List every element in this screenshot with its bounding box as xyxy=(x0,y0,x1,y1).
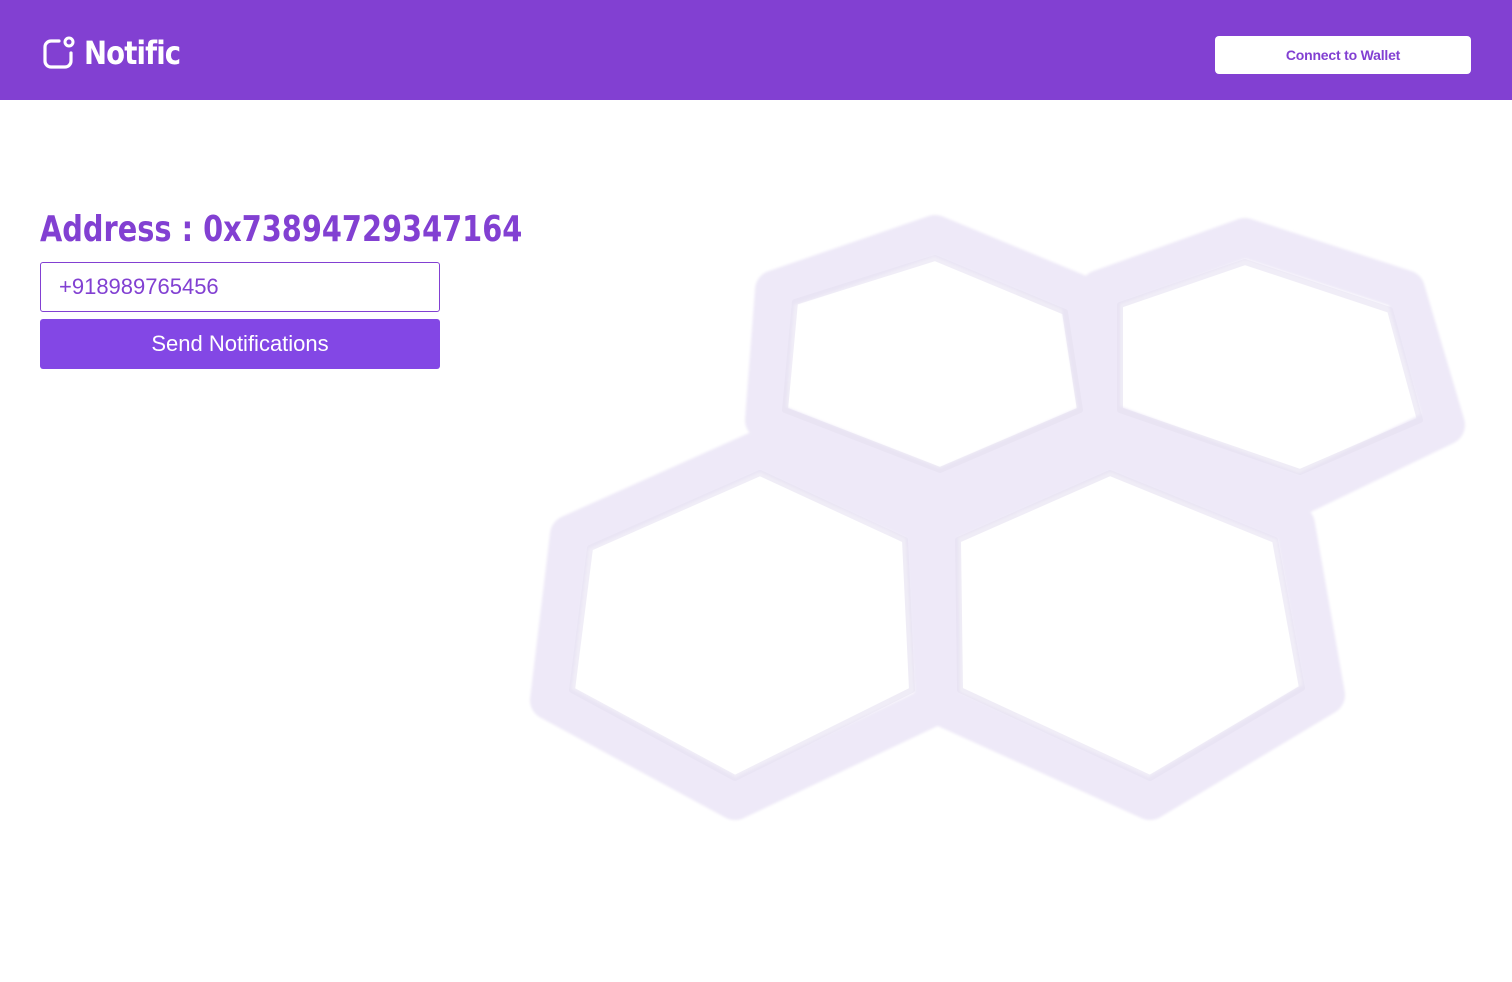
hexagon-cluster-icon xyxy=(530,215,1465,820)
wallet-address: Address : 0x73894729347164 xyxy=(40,209,523,250)
notification-logo-icon xyxy=(43,36,75,69)
top-header: Notific Connect to Wallet xyxy=(0,0,1512,100)
phone-number-input[interactable] xyxy=(40,262,440,312)
brand-name: Notific xyxy=(84,34,181,72)
connect-wallet-button[interactable]: Connect to Wallet xyxy=(1215,36,1471,74)
brand[interactable]: Notific xyxy=(42,33,196,73)
send-notifications-button[interactable]: Send Notifications xyxy=(40,319,440,369)
